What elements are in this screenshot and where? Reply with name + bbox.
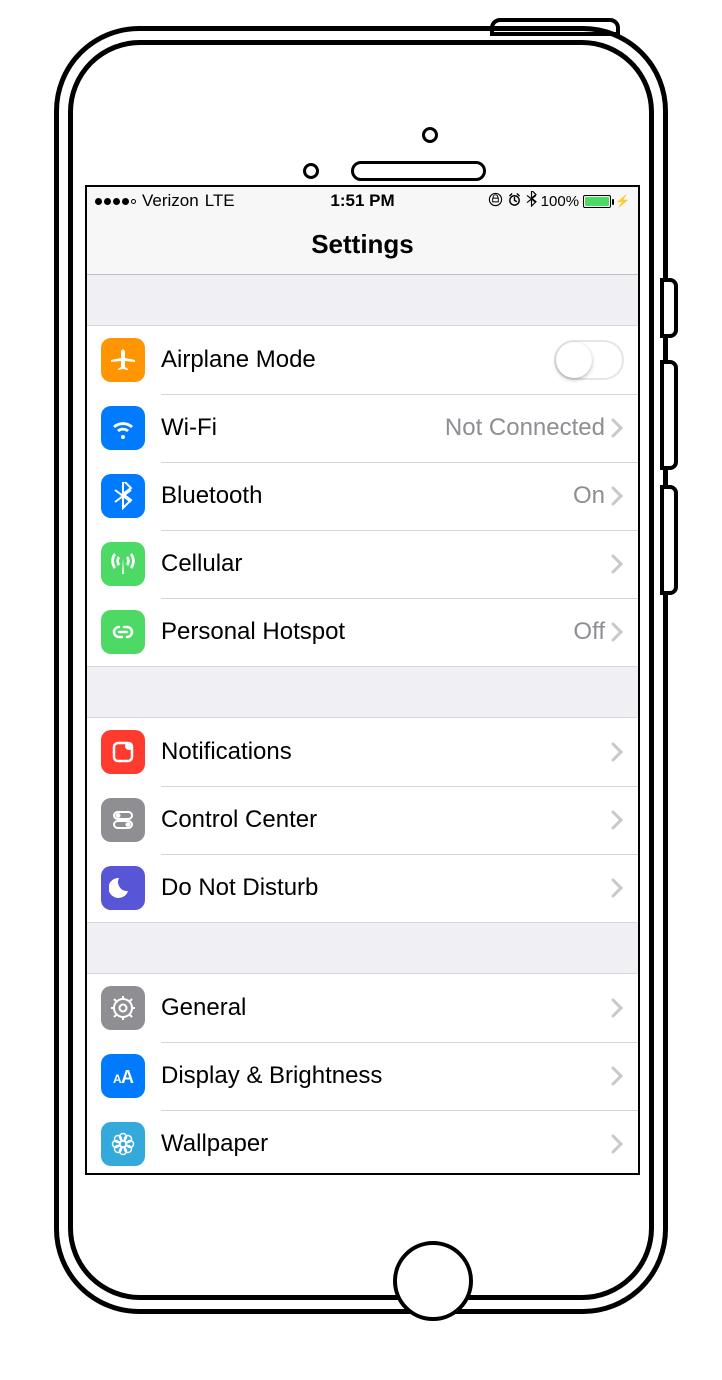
row-control-center[interactable]: Control Center bbox=[87, 786, 638, 854]
row-general[interactable]: General bbox=[87, 974, 638, 1042]
bluetooth-status-icon bbox=[526, 191, 537, 211]
chevron-right-icon bbox=[611, 742, 624, 762]
camera-sensor-icon bbox=[422, 127, 438, 143]
notifications-icon bbox=[101, 730, 145, 774]
chevron-right-icon bbox=[611, 878, 624, 898]
orientation-lock-icon bbox=[488, 192, 503, 211]
row-label: Personal Hotspot bbox=[161, 618, 573, 646]
row-display-brightness[interactable]: AA Display & Brightness bbox=[87, 1042, 638, 1110]
settings-group-general: General AA Display & Brightness Wallpape… bbox=[87, 973, 638, 1175]
row-label: Wi-Fi bbox=[161, 414, 445, 442]
row-bluetooth[interactable]: Bluetooth On bbox=[87, 462, 638, 530]
bluetooth-icon bbox=[101, 474, 145, 518]
row-label: Control Center bbox=[161, 806, 611, 834]
chevron-right-icon bbox=[611, 486, 624, 506]
earpiece-speaker bbox=[351, 161, 486, 181]
screen: Verizon LTE 1:51 PM 100% ⚡ Settings bbox=[85, 185, 640, 1175]
row-personal-hotspot[interactable]: Personal Hotspot Off bbox=[87, 598, 638, 666]
airplane-mode-switch[interactable] bbox=[554, 340, 624, 380]
chevron-right-icon bbox=[611, 1066, 624, 1086]
flower-icon bbox=[101, 1122, 145, 1166]
charging-icon: ⚡ bbox=[615, 194, 630, 208]
row-do-not-disturb[interactable]: Do Not Disturb bbox=[87, 854, 638, 922]
settings-group-connectivity: Airplane Mode Wi-Fi Not Connected Blueto… bbox=[87, 325, 638, 667]
home-button[interactable] bbox=[393, 1241, 473, 1321]
proximity-sensor-icon bbox=[303, 163, 319, 179]
page-title: Settings bbox=[311, 229, 414, 260]
hotspot-icon bbox=[101, 610, 145, 654]
row-cellular[interactable]: Cellular bbox=[87, 530, 638, 598]
row-wifi[interactable]: Wi-Fi Not Connected bbox=[87, 394, 638, 462]
cellular-icon bbox=[101, 542, 145, 586]
status-left: Verizon LTE bbox=[95, 191, 330, 211]
battery-icon bbox=[583, 195, 611, 208]
chevron-right-icon bbox=[611, 554, 624, 574]
chevron-right-icon bbox=[611, 622, 624, 642]
row-label: Display & Brightness bbox=[161, 1062, 611, 1090]
status-right: 100% ⚡ bbox=[395, 191, 630, 211]
row-label: Cellular bbox=[161, 550, 611, 578]
settings-group-system: Notifications Control Center Do Not Dist… bbox=[87, 717, 638, 923]
gear-icon bbox=[101, 986, 145, 1030]
alarm-icon bbox=[507, 192, 522, 211]
row-label: Airplane Mode bbox=[161, 346, 554, 374]
moon-icon bbox=[101, 866, 145, 910]
row-label: Do Not Disturb bbox=[161, 874, 611, 902]
chevron-right-icon bbox=[611, 418, 624, 438]
row-value: On bbox=[573, 482, 605, 510]
chevron-right-icon bbox=[611, 998, 624, 1018]
row-label: General bbox=[161, 994, 611, 1022]
signal-strength-icon bbox=[95, 198, 136, 205]
row-wallpaper[interactable]: Wallpaper bbox=[87, 1110, 638, 1175]
volume-up-button bbox=[660, 360, 678, 470]
mute-switch bbox=[660, 278, 678, 338]
network-label: LTE bbox=[205, 191, 235, 211]
clock: 1:51 PM bbox=[330, 191, 394, 211]
battery-pct-label: 100% bbox=[541, 193, 579, 210]
text-size-icon: AA bbox=[101, 1054, 145, 1098]
group-separator bbox=[87, 667, 638, 717]
row-notifications[interactable]: Notifications bbox=[87, 718, 638, 786]
svg-text:A: A bbox=[121, 1067, 134, 1087]
airplane-icon bbox=[101, 338, 145, 382]
nav-bar: Settings bbox=[87, 215, 638, 275]
wifi-icon bbox=[101, 406, 145, 450]
chevron-right-icon bbox=[611, 1134, 624, 1154]
row-airplane-mode[interactable]: Airplane Mode bbox=[87, 326, 638, 394]
chevron-right-icon bbox=[611, 810, 624, 830]
group-separator bbox=[87, 923, 638, 973]
group-separator bbox=[87, 275, 638, 325]
row-label: Notifications bbox=[161, 738, 611, 766]
volume-down-button bbox=[660, 485, 678, 595]
row-label: Wallpaper bbox=[161, 1130, 611, 1158]
row-value: Off bbox=[573, 618, 605, 646]
row-label: Bluetooth bbox=[161, 482, 573, 510]
carrier-label: Verizon bbox=[142, 191, 199, 211]
row-value: Not Connected bbox=[445, 414, 605, 442]
control-center-icon bbox=[101, 798, 145, 842]
status-bar: Verizon LTE 1:51 PM 100% ⚡ bbox=[87, 187, 638, 215]
